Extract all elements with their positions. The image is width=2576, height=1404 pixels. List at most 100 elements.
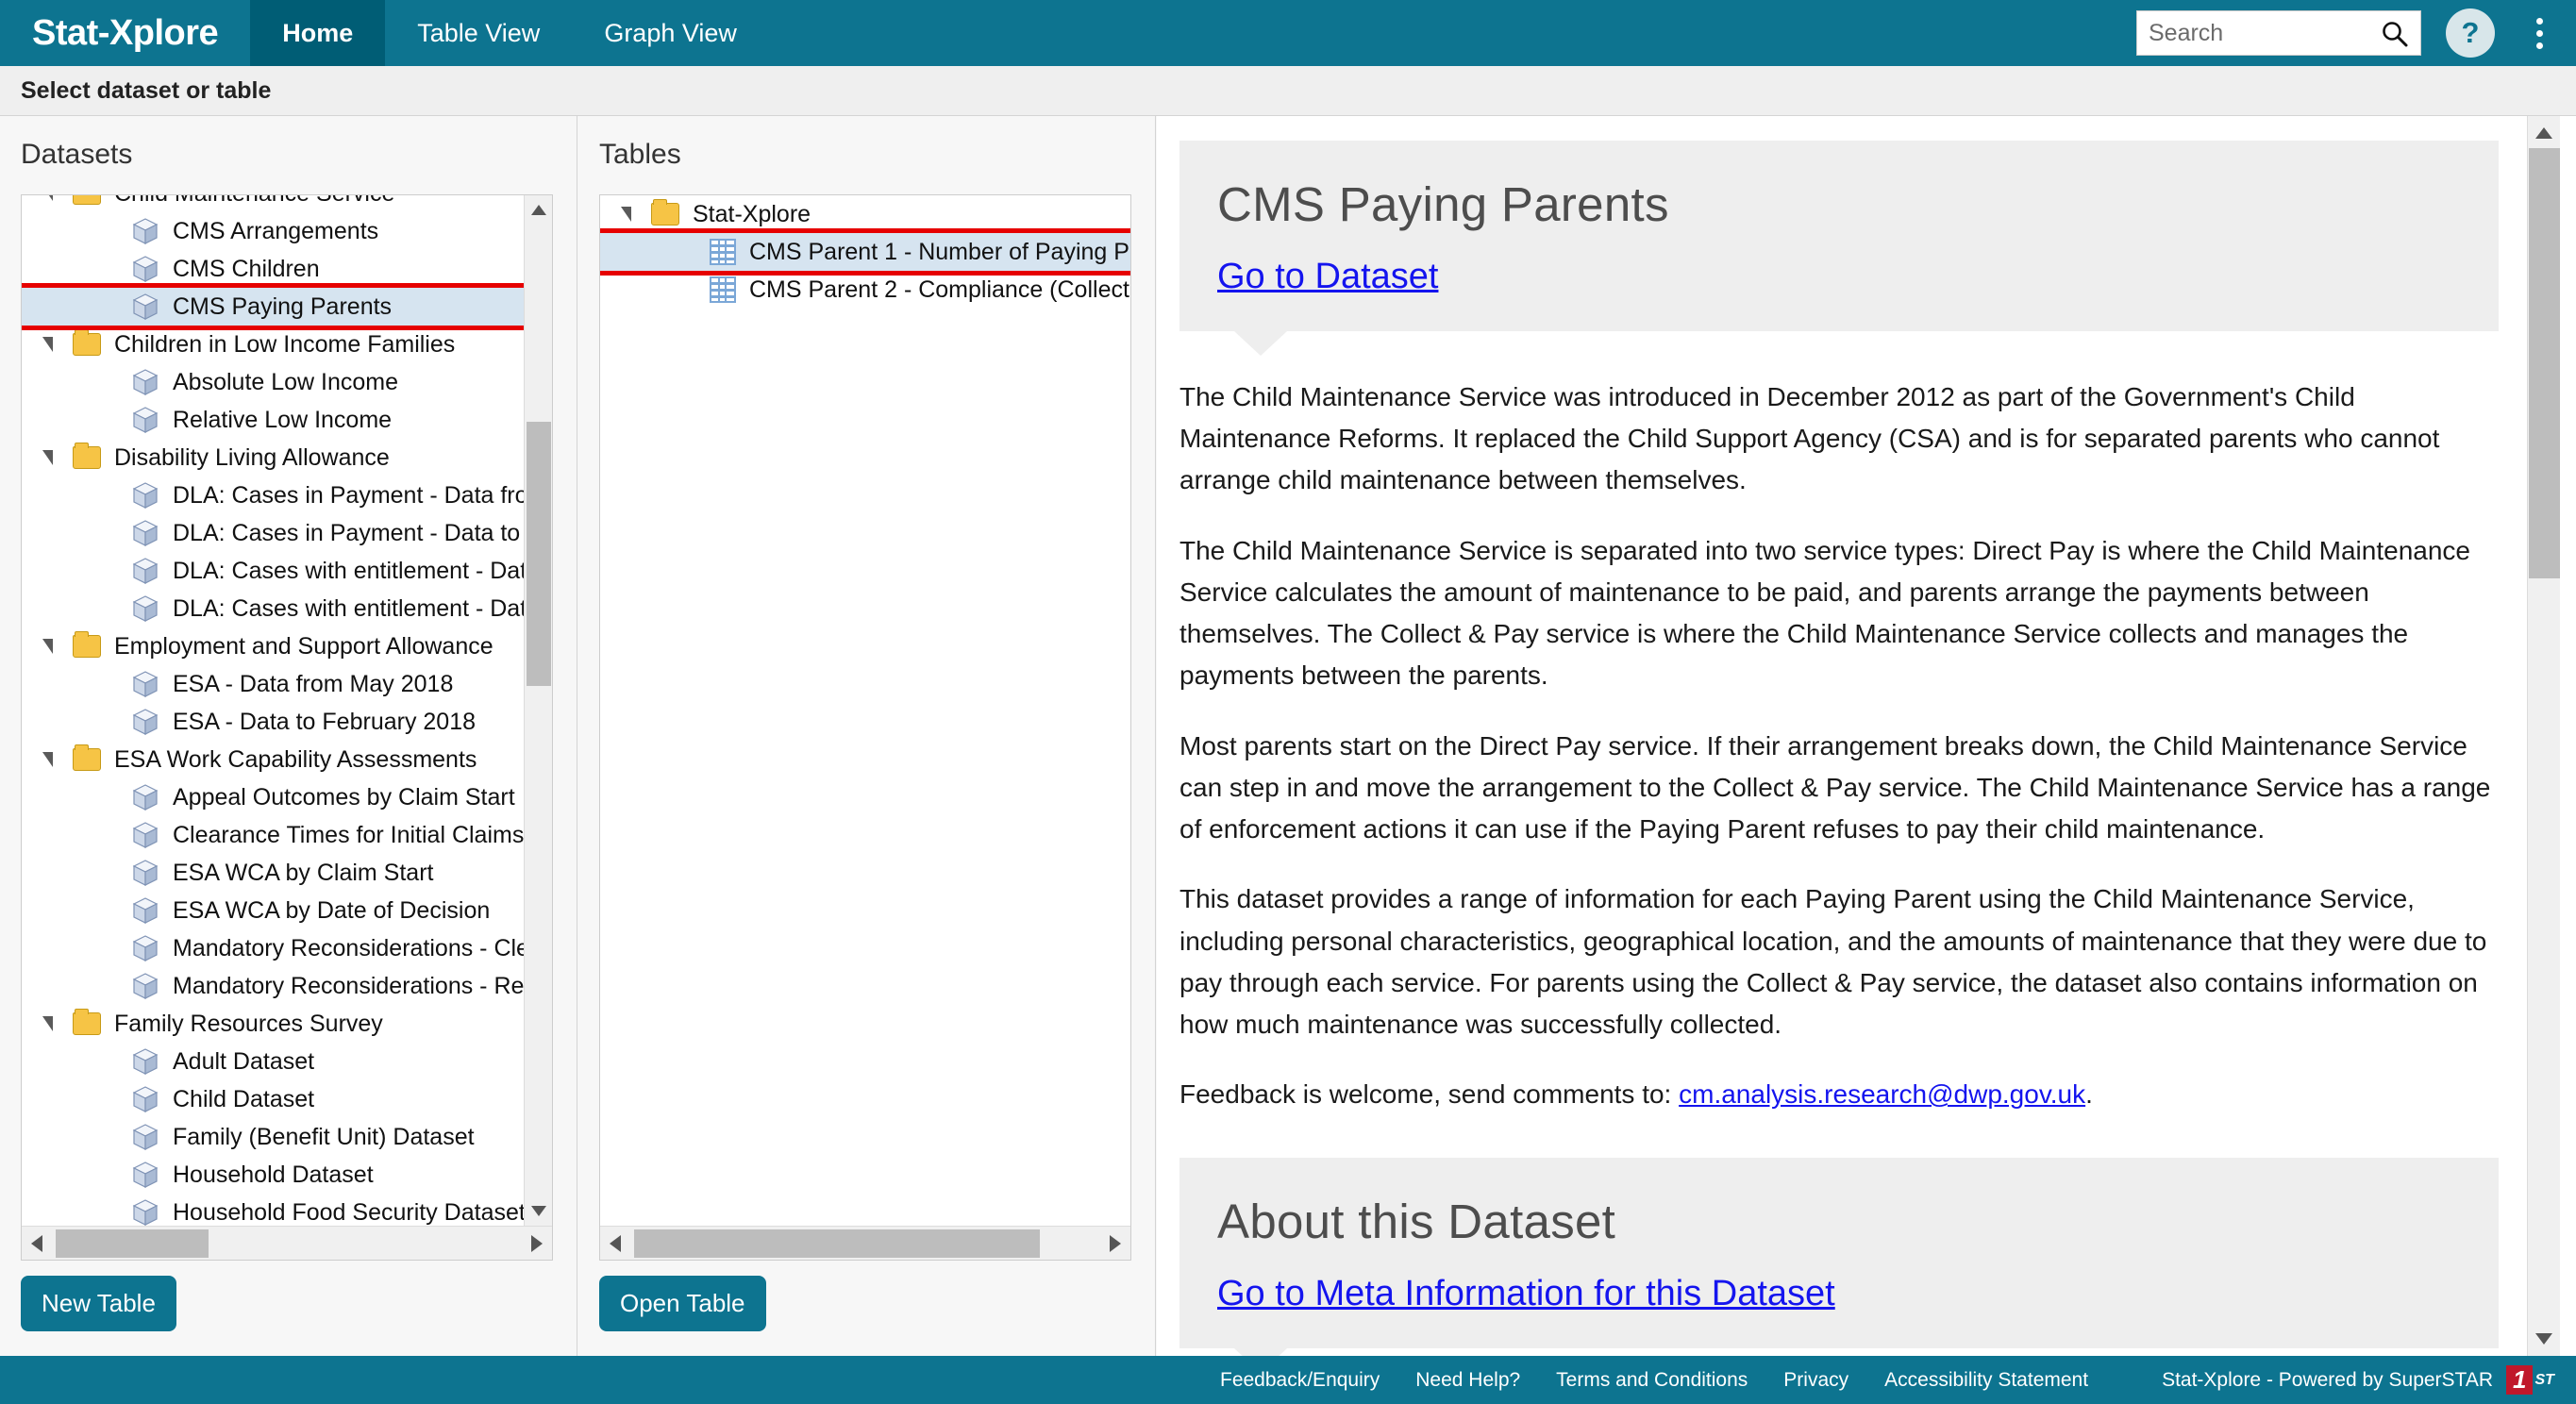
tree-node-label: DLA: Cases with entitlement - Data from [173,557,524,584]
tree-folder-node[interactable]: Child Maintenance Service [22,195,524,212]
tree-dataset-node[interactable]: DLA: Cases in Payment - Data from May [22,476,524,514]
dataset-title-callout: CMS Paying Parents Go to Dataset [1179,141,2499,356]
tree-dataset-node[interactable]: ESA - Data from May 2018 [22,665,524,703]
tree-dataset-node[interactable]: ESA WCA by Claim Start [22,854,524,892]
tables-heading: Tables [599,139,681,170]
scroll-left-arrow-icon[interactable] [610,1235,621,1252]
page-vertical-scrollbar[interactable] [2527,116,2560,1356]
footer-link-terms[interactable]: Terms and Conditions [1556,1369,1748,1392]
open-table-button[interactable]: Open Table [599,1276,766,1331]
scroll-right-arrow-icon[interactable] [531,1235,543,1252]
footer-link-feedback[interactable]: Feedback/Enquiry [1220,1369,1380,1392]
tree-dataset-node[interactable]: CMS Arrangements [22,212,524,250]
tree-dataset-node[interactable]: Appeal Outcomes by Claim Start [22,778,524,816]
tree-dataset-node[interactable]: Adult Dataset [22,1043,524,1080]
tree-dataset-node[interactable]: Mandatory Reconsiderations - Registrati [22,967,524,1005]
tree-folder-node[interactable]: ESA Work Capability Assessments [22,741,524,778]
scroll-up-arrow-icon[interactable] [531,205,546,215]
tree-dataset-node[interactable]: Child Dataset [22,1080,524,1118]
about-dataset-title: About this Dataset [1217,1194,1616,1248]
scrollbar-thumb[interactable] [634,1229,1040,1258]
scrollbar-thumb[interactable] [527,422,551,686]
tree-folder-node[interactable]: Children in Low Income Families [22,326,524,363]
tree-dataset-node[interactable]: Household Dataset [22,1156,524,1194]
scroll-down-arrow-icon[interactable] [2535,1333,2552,1345]
superstar-logo-icon: 1 ST [2506,1362,2557,1399]
feedback-prefix: Feedback is welcome, send comments to: [1179,1079,1680,1110]
datasets-tree-scrollarea: Child Maintenance Service CMS Arrangement… [22,195,524,1226]
expand-collapse-icon[interactable] [42,450,53,465]
tree-dataset-node[interactable]: Household Food Security Dataset [22,1194,524,1226]
datasets-tree: Child Maintenance Service CMS Arrangement… [22,195,524,1226]
tree-dataset-node[interactable]: Family (Benefit Unit) Dataset [22,1118,524,1156]
feedback-email-link[interactable]: cm.analysis.research@dwp.gov.uk [1679,1079,2085,1109]
meta-information-link[interactable]: Go to Meta Information for this Dataset [1217,1274,1835,1313]
table-grid-icon [710,239,736,265]
datasets-vertical-scrollbar[interactable] [524,195,552,1226]
tree-dataset-node[interactable]: CMS Paying Parents [22,283,524,330]
dataset-cube-icon [132,1162,159,1188]
datasets-panel: Datasets Child Maintenance Service CMS Ar… [0,116,577,1356]
expand-collapse-icon[interactable] [42,752,53,767]
expand-collapse-icon[interactable] [42,337,53,352]
dataset-cube-icon [132,482,159,509]
tree-dataset-node[interactable]: DLA: Cases in Payment - Data to Februa [22,514,524,552]
search-input[interactable] [2137,12,2373,54]
scrollbar-thumb[interactable] [2529,148,2560,578]
tree-dataset-node[interactable]: DLA: Cases with entitlement - Data from [22,552,524,590]
nav-tab-graph-view[interactable]: Graph View [572,0,769,66]
tree-dataset-node[interactable]: Absolute Low Income [22,363,524,401]
description-paragraph: This dataset provides a range of informa… [1179,884,2487,1040]
tree-dataset-node[interactable]: Relative Low Income [22,401,524,439]
expand-collapse-icon[interactable] [42,639,53,654]
scroll-up-arrow-icon[interactable] [2535,127,2552,139]
app-header: Stat-Xplore Home Table View Graph View ? [0,0,2576,66]
scrollbar-thumb[interactable] [56,1229,209,1258]
tree-dataset-node[interactable]: DLA: Cases with entitlement - Data to Fe [22,590,524,627]
new-table-button[interactable]: New Table [21,1276,176,1331]
dataset-info-panel: CMS Paying Parents Go to Dataset The Chi… [1157,116,2560,1356]
tree-folder-node[interactable]: Stat-Xplore [600,195,1130,233]
tree-table-node[interactable]: CMS Parent 1 - Number of Paying Parents … [600,228,1130,276]
datasets-heading: Datasets [21,139,133,170]
footer-link-accessibility[interactable]: Accessibility Statement [1884,1369,2088,1392]
tree-dataset-node[interactable]: ESA - Data to February 2018 [22,703,524,741]
scroll-down-arrow-icon[interactable] [531,1206,546,1216]
nav-tab-home[interactable]: Home [250,0,386,66]
tree-node-label: Relative Low Income [173,406,393,433]
superstar-logo-primary: 1 [2506,1365,2534,1395]
nav-tab-table-view[interactable]: Table View [385,0,572,66]
search-box[interactable] [2136,10,2421,56]
footer-link-need-help[interactable]: Need Help? [1415,1369,1520,1392]
overflow-menu-icon[interactable] [2523,8,2555,58]
tree-folder-node[interactable]: Disability Living Allowance [22,439,524,476]
dataset-cube-icon [132,935,159,961]
tree-dataset-node[interactable]: ESA WCA by Date of Decision [22,892,524,929]
scroll-left-arrow-icon[interactable] [31,1235,42,1252]
tree-node-label: ESA WCA by Claim Start [173,859,434,886]
expand-collapse-icon[interactable] [621,207,631,222]
tree-table-node[interactable]: CMS Parent 2 - Compliance (Collect and P… [600,271,1130,309]
scroll-right-arrow-icon[interactable] [1110,1235,1121,1252]
tree-node-label: Clearance Times for Initial Claims [173,821,524,848]
dataset-cube-icon [132,784,159,811]
footer-link-privacy[interactable]: Privacy [1783,1369,1848,1392]
folder-icon [73,443,101,469]
search-icon[interactable] [2381,20,2409,53]
expand-collapse-icon[interactable] [42,1016,53,1031]
datasets-horizontal-scrollbar[interactable] [22,1226,552,1260]
expand-collapse-icon[interactable] [42,195,53,201]
tables-horizontal-scrollbar[interactable] [600,1226,1130,1260]
tree-dataset-node[interactable]: CMS Children [22,250,524,288]
tree-folder-node[interactable]: Family Resources Survey [22,1005,524,1043]
tree-dataset-node[interactable]: Mandatory Reconsiderations - Clearance [22,929,524,967]
tree-node-label: CMS Arrangements [173,217,379,244]
go-to-dataset-link[interactable]: Go to Dataset [1217,257,1438,296]
help-icon[interactable]: ? [2446,8,2495,58]
tree-node-label: CMS Parent 1 - Number of Paying Parents … [749,238,1130,265]
dataset-cube-icon [132,860,159,886]
tree-folder-node[interactable]: Employment and Support Allowance [22,627,524,665]
tree-dataset-node[interactable]: Clearance Times for Initial Claims [22,816,524,854]
tree-node-label: CMS Parent 2 - Compliance (Collect and P… [749,276,1130,303]
description-paragraph: The Child Maintenance Service is separat… [1179,535,2470,691]
